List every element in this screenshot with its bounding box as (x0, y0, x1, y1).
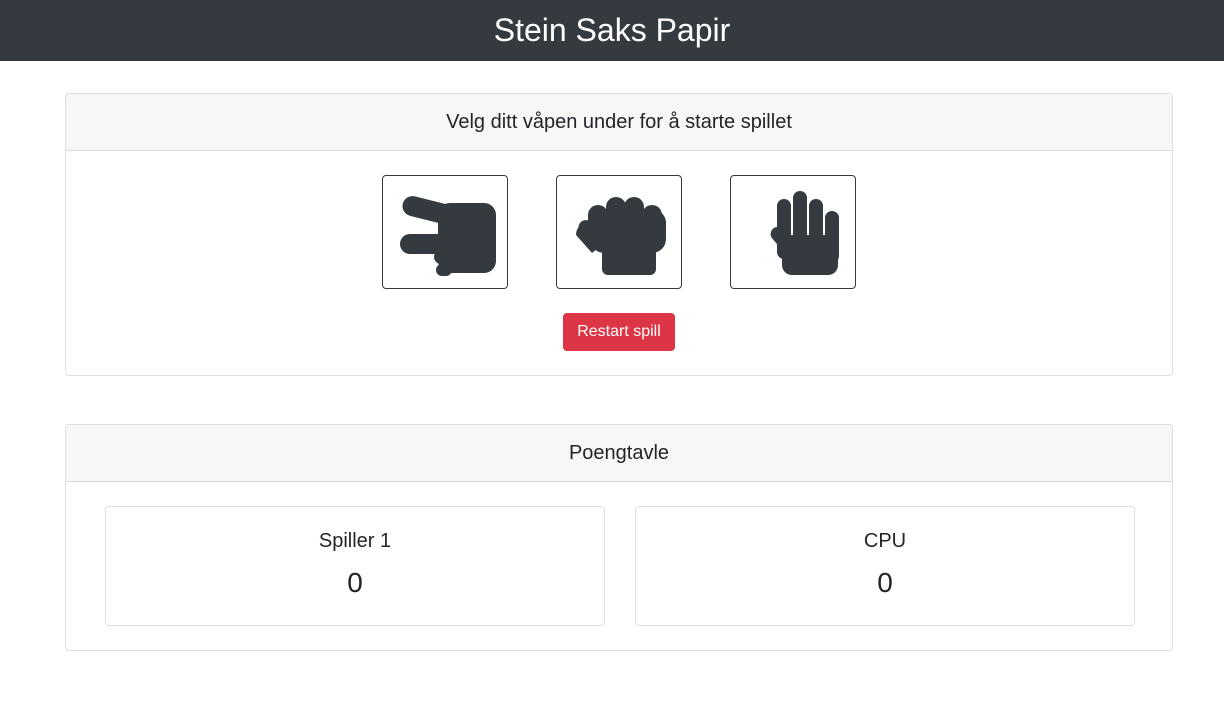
rock-fist-icon (576, 197, 666, 275)
weapon-buttons (66, 175, 1172, 289)
player-name: Spiller 1 (318, 530, 392, 552)
paper-button[interactable] (730, 175, 856, 289)
rock-button[interactable] (556, 175, 682, 289)
cpu-score: 0 (877, 567, 893, 598)
weapon-selection-card: Velg ditt våpen under for å starte spill… (65, 93, 1173, 376)
page-title: Stein Saks Papir (493, 12, 731, 48)
cpu-name: CPU (863, 530, 907, 552)
paper-hand-icon (770, 191, 839, 275)
scissors-button[interactable] (382, 175, 508, 289)
weapon-card-header: Velg ditt våpen under for å starte spill… (66, 94, 1172, 151)
player-score-box: Spiller 1 0 (105, 506, 605, 626)
restart-button[interactable]: Restart spill (563, 313, 675, 351)
scissors-hand-icon (400, 196, 496, 276)
cpu-score-box: CPU 0 (635, 506, 1135, 626)
top-navbar: Stein Saks Papir (0, 0, 1224, 61)
scoreboard-header: Poengtavle (66, 425, 1172, 482)
player-score: 0 (347, 567, 363, 598)
scoreboard-card: Poengtavle Spiller 1 0 CPU 0 (65, 424, 1173, 651)
restart-wrapper: Restart spill (66, 313, 1172, 351)
